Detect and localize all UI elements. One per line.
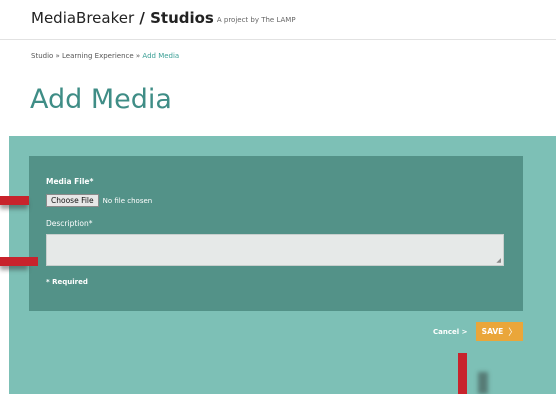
breadcrumb-item-learning-experience[interactable]: Learning Experience	[62, 52, 134, 60]
save-button[interactable]: SAVE 〉	[476, 322, 523, 341]
cancel-link[interactable]: Cancel >	[433, 328, 467, 336]
file-status: No file chosen	[102, 196, 153, 205]
breadcrumb-separator: »	[53, 52, 63, 60]
brand-name: MediaBreaker	[31, 9, 135, 27]
description-textarea[interactable]: ◢	[46, 234, 504, 266]
save-label: SAVE	[481, 327, 504, 336]
chevron-right-icon: 〉	[508, 328, 518, 338]
description-label: Description*	[46, 219, 93, 228]
brand-separator: /	[134, 9, 151, 27]
add-media-panel: Media File* Choose File No file chosen D…	[9, 136, 556, 394]
annotation-marker-file	[0, 196, 29, 205]
tagline: A project by The LAMP	[216, 16, 296, 24]
media-form: Media File* Choose File No file chosen D…	[29, 156, 523, 311]
media-file-label: Media File*	[46, 177, 94, 186]
annotation-marker-description	[0, 257, 38, 266]
resize-grip-icon[interactable]: ◢	[496, 258, 501, 264]
annotation-marker-save	[458, 353, 467, 394]
choose-file-button[interactable]: Choose File	[46, 194, 99, 207]
required-note: * Required	[46, 278, 88, 286]
site-header: MediaBreaker / Studios A project by The L…	[0, 0, 556, 40]
breadcrumb: Studio » Learning Experience » Add Media	[31, 52, 179, 60]
file-input[interactable]: Choose File No file chosen	[46, 194, 152, 207]
product-name: Studios	[150, 9, 214, 27]
annotation-marker-shadow	[478, 372, 488, 394]
page-title: Add Media	[30, 84, 172, 115]
breadcrumb-item-studio[interactable]: Studio	[31, 52, 53, 60]
breadcrumb-current: Add Media	[142, 52, 180, 60]
site-logo[interactable]: MediaBreaker / Studios A project by The L…	[31, 9, 296, 27]
